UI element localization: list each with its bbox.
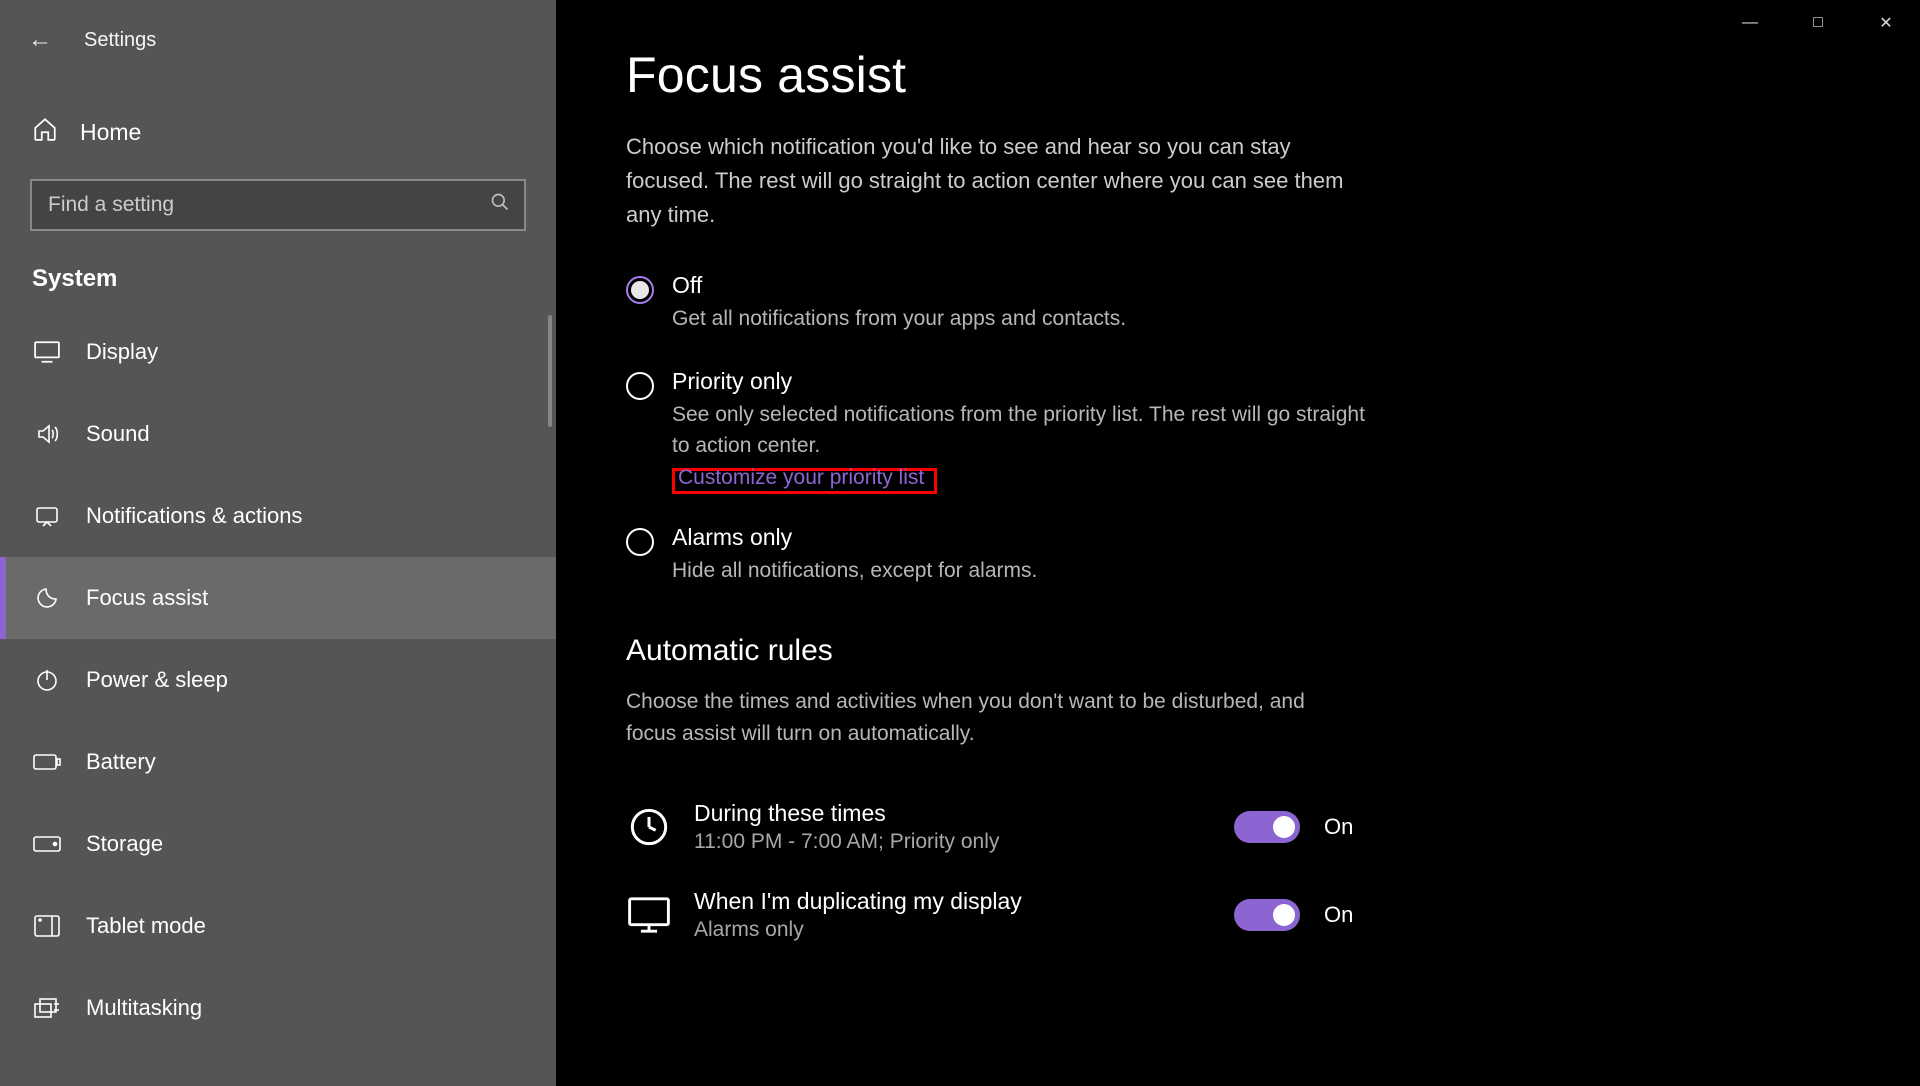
- nav-list: Display Sound Notifications & actions Fo…: [0, 311, 556, 1049]
- sidebar-item-notifications[interactable]: Notifications & actions: [0, 475, 556, 557]
- option-alarms-only[interactable]: Alarms only Hide all notifications, exce…: [626, 524, 1920, 586]
- sidebar-item-tablet-mode[interactable]: Tablet mode: [0, 885, 556, 967]
- clock-icon: [626, 807, 672, 847]
- toggle-state-label: On: [1324, 814, 1353, 840]
- option-title: Off: [672, 272, 1126, 299]
- monitor-icon: [626, 897, 672, 933]
- sound-icon: [32, 422, 62, 446]
- nav-label: Battery: [86, 749, 156, 775]
- sidebar: ← Settings Home System Display So: [0, 0, 556, 1086]
- nav-label: Display: [86, 339, 158, 365]
- close-button[interactable]: ✕: [1852, 0, 1920, 46]
- nav-label: Sound: [86, 421, 150, 447]
- notifications-icon: [32, 504, 62, 528]
- window-controls: — □ ✕: [1716, 0, 1920, 46]
- home-label: Home: [80, 119, 141, 146]
- sidebar-item-display[interactable]: Display: [0, 311, 556, 393]
- app-title: Settings: [84, 29, 156, 52]
- nav-label: Multitasking: [86, 995, 202, 1021]
- sidebar-item-sound[interactable]: Sound: [0, 393, 556, 475]
- radio-alarms[interactable]: [626, 528, 654, 556]
- option-desc: Get all notifications from your apps and…: [672, 303, 1126, 334]
- page-description: Choose which notification you'd like to …: [626, 130, 1376, 232]
- sidebar-item-home[interactable]: Home: [0, 98, 556, 167]
- sidebar-item-battery[interactable]: Battery: [0, 721, 556, 803]
- toggle-during-times[interactable]: [1234, 811, 1300, 843]
- multitasking-icon: [32, 998, 62, 1018]
- power-icon: [32, 668, 62, 692]
- toggle-duplicating-display[interactable]: [1234, 899, 1300, 931]
- battery-icon: [32, 753, 62, 771]
- option-off[interactable]: Off Get all notifications from your apps…: [626, 272, 1920, 334]
- page-title: Focus assist: [626, 46, 1920, 104]
- option-desc: See only selected notifications from the…: [672, 399, 1372, 461]
- scrollbar[interactable]: [548, 315, 552, 427]
- nav-label: Notifications & actions: [86, 503, 302, 529]
- nav-label: Power & sleep: [86, 667, 228, 693]
- focus-assist-options: Off Get all notifications from your apps…: [626, 272, 1920, 585]
- option-desc: Hide all notifications, except for alarm…: [672, 555, 1037, 586]
- highlight-annotation: Customize your priority list: [672, 468, 937, 494]
- option-title: Alarms only: [672, 524, 1037, 551]
- storage-icon: [32, 836, 62, 852]
- display-icon: [32, 341, 62, 363]
- toggle-state-label: On: [1324, 902, 1353, 928]
- maximize-button[interactable]: □: [1784, 0, 1852, 46]
- nav-label: Storage: [86, 831, 163, 857]
- back-arrow-icon[interactable]: ←: [28, 26, 52, 54]
- automatic-rules-heading: Automatic rules: [626, 634, 1920, 668]
- option-priority-only[interactable]: Priority only See only selected notifica…: [626, 368, 1920, 489]
- rule-sub: 11:00 PM - 7:00 AM; Priority only: [694, 830, 1234, 854]
- rule-sub: Alarms only: [694, 918, 1234, 942]
- sidebar-item-focus-assist[interactable]: Focus assist: [0, 557, 556, 639]
- rule-title: During these times: [694, 800, 1234, 827]
- sidebar-item-power-sleep[interactable]: Power & sleep: [0, 639, 556, 721]
- nav-label: Focus assist: [86, 585, 208, 611]
- automatic-rules-desc: Choose the times and activities when you…: [626, 686, 1326, 750]
- customize-priority-link[interactable]: Customize your priority list: [678, 466, 924, 490]
- rule-duplicating-display[interactable]: When I'm duplicating my display Alarms o…: [626, 871, 1920, 959]
- rule-title: When I'm duplicating my display: [694, 888, 1234, 915]
- section-label: System: [0, 231, 556, 311]
- tablet-icon: [32, 915, 62, 937]
- nav-label: Tablet mode: [86, 913, 206, 939]
- radio-priority[interactable]: [626, 372, 654, 400]
- sidebar-item-multitasking[interactable]: Multitasking: [0, 967, 556, 1049]
- sidebar-item-storage[interactable]: Storage: [0, 803, 556, 885]
- minimize-button[interactable]: —: [1716, 0, 1784, 46]
- search-input[interactable]: [30, 179, 526, 231]
- rule-during-these-times[interactable]: During these times 11:00 PM - 7:00 AM; P…: [626, 783, 1920, 871]
- home-icon: [32, 116, 58, 149]
- radio-off[interactable]: [626, 276, 654, 304]
- moon-icon: [32, 586, 62, 610]
- option-title: Priority only: [672, 368, 1372, 395]
- content-area: — □ ✕ Focus assist Choose which notifica…: [556, 0, 1920, 1086]
